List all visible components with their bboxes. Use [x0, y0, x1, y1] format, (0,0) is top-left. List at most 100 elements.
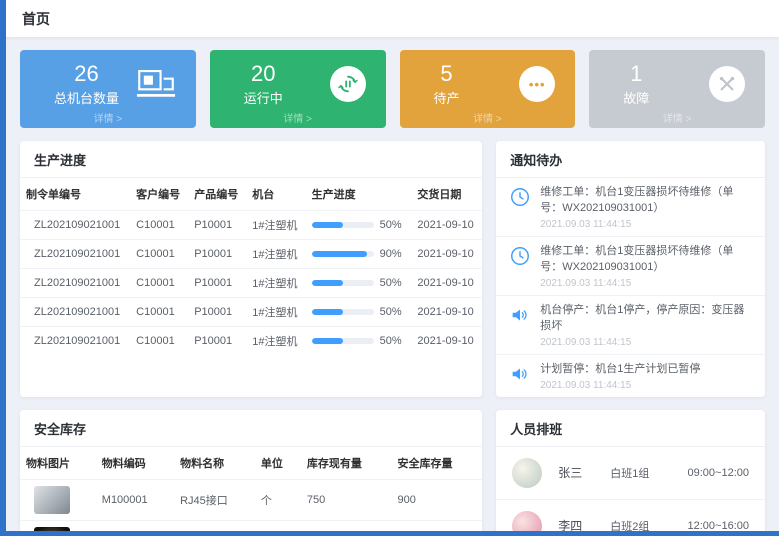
customer-number: C10001	[130, 240, 188, 269]
table-row[interactable]: ZL202109021001 C10001 P10001 1#注塑机	[20, 298, 482, 327]
stat-value: 20	[244, 62, 283, 86]
progress-percent: 50	[380, 306, 402, 318]
order-number: ZL202109021001	[20, 240, 130, 269]
notification-text: 维修工单：机台1变压器损坏待维修（单号：WX202109031001）	[540, 185, 753, 217]
safety-quantity: 900	[392, 479, 483, 520]
stat-card: 1 故障	[589, 50, 765, 128]
order-number: ZL202109021001	[20, 298, 130, 327]
column-header: 产品编号	[188, 178, 246, 211]
column-header: 机台	[246, 178, 305, 211]
speaker-icon	[508, 303, 532, 327]
connector-photo	[34, 527, 70, 536]
delivery-date: 2021-09-10	[411, 298, 482, 327]
clock-icon	[508, 244, 532, 268]
person-name: 李四	[558, 517, 610, 534]
production-panel-title: 生产进度	[20, 141, 482, 178]
progress-fill	[312, 251, 368, 257]
machine-name: 1#注塑机	[246, 240, 305, 269]
progress-percent: 50	[380, 335, 402, 347]
column-header: 物料名称	[174, 447, 255, 480]
material-code: M100001	[96, 520, 174, 536]
notification-item[interactable]: 维修工单：机台1变压器损坏待维修（单号：WX202109031001） 2021…	[496, 237, 765, 296]
card-detail-link[interactable]: 详情 >	[400, 110, 576, 125]
column-header: 库存现有量	[301, 447, 392, 480]
stat-value: 1	[623, 62, 649, 86]
inventory-table: 物料图片物料编码物料名称单位库存现有量安全库存量 M100001 RJ45接口 …	[20, 447, 482, 536]
stat-label: 总机台数量	[54, 88, 119, 107]
safety-quantity: 900	[392, 520, 483, 536]
stat-card: 26 总机台数量	[20, 50, 196, 128]
product-number: P10001	[188, 298, 246, 327]
avatar	[512, 458, 542, 488]
production-panel: 生产进度 制令单编号客户编号产品编号机台生产进度交货日期 ZL202109021…	[20, 141, 482, 397]
notification-item[interactable]: 维修工单：机台1变压器损坏待维修（单号：WX202109031001） 2021…	[496, 178, 765, 237]
progress-bar	[312, 222, 374, 228]
material-name: RJ45接口	[174, 479, 255, 520]
stock-quantity: 750	[301, 479, 392, 520]
shift-time: 09:00~12:00	[688, 467, 749, 479]
table-row[interactable]: ZL202109021001 C10001 P10001 1#注塑机	[20, 240, 482, 269]
tab-home[interactable]: 首页	[22, 9, 50, 29]
table-row[interactable]: ZL202109021001 C10001 P10001 1#注塑机	[20, 211, 482, 240]
table-row[interactable]: ZL202109021001 C10001 P10001 1#注塑机	[20, 269, 482, 298]
column-header: 客户编号	[130, 178, 188, 211]
notification-item[interactable]: 机台停产：机台1停产，停产原因：变压器损坏 2021.09.03 11:44:1…	[496, 296, 765, 355]
shift-time: 12:00~16:00	[688, 520, 749, 532]
stat-card: 20 运行中	[210, 50, 386, 128]
table-row[interactable]: ZL202109021001 C10001 P10001 1#注塑机	[20, 327, 482, 356]
customer-number: C10001	[130, 211, 188, 240]
stat-cards: 26 总机台数量	[20, 50, 765, 128]
dashboard: 26 总机台数量	[6, 38, 779, 536]
delivery-date: 2021-09-10	[411, 240, 482, 269]
inventory-panel-title: 安全库存	[20, 410, 482, 447]
customer-number: C10001	[130, 269, 188, 298]
clock-icon	[508, 185, 532, 209]
stat-value: 5	[434, 62, 460, 86]
notifications-panel: 通知待办	[496, 141, 765, 397]
order-number: ZL202109021001	[20, 327, 130, 356]
progress-bar	[312, 251, 374, 257]
machine-icon	[136, 68, 176, 100]
customer-number: C10001	[130, 298, 188, 327]
person-name: 张三	[558, 464, 610, 481]
column-header: 物料图片	[20, 447, 96, 480]
column-header: 物料编码	[96, 447, 174, 480]
progress-fill	[312, 280, 343, 286]
production-table: 制令单编号客户编号产品编号机台生产进度交货日期 ZL202109021001 C…	[20, 178, 482, 355]
progress-percent: 50	[380, 277, 402, 289]
card-detail-link[interactable]: 详情 >	[20, 110, 196, 125]
machine-name: 1#注塑机	[246, 327, 305, 356]
progress-fill	[312, 309, 343, 315]
notifications-panel-title: 通知待办	[496, 141, 765, 178]
notification-text: 维修工单：机台1变压器损坏待维修（单号：WX202109031001）	[540, 244, 753, 276]
schedule-panel-title: 人员排班	[496, 410, 765, 447]
shift-label: 白班2组	[610, 518, 684, 534]
speaker-icon	[508, 362, 532, 386]
notification-item[interactable]: 计划暂停：机台1生产计划已暂停 2021.09.03 11:44:15	[496, 355, 765, 397]
notification-time: 2021.09.03 11:44:15	[540, 219, 753, 230]
notification-text: 机台停产：机台1停产，停产原因：变压器损坏	[540, 303, 753, 335]
progress-bar	[312, 280, 374, 286]
notification-time: 2021.09.03 11:44:15	[540, 278, 753, 289]
schedule-panel: 人员排班 张三 白班1组 09:00~12:00 李四	[496, 410, 765, 536]
delivery-date: 2021-09-10	[411, 327, 482, 356]
stat-label: 故障	[623, 88, 649, 107]
card-detail-link[interactable]: 详情 >	[210, 110, 386, 125]
delivery-date: 2021-09-10	[411, 269, 482, 298]
delivery-date: 2021-09-10	[411, 211, 482, 240]
notification-time: 2021.09.03 11:44:15	[540, 337, 753, 348]
table-row[interactable]: M100001 RJ45接口 个 750 900	[20, 479, 482, 520]
product-number: P10001	[188, 327, 246, 356]
column-header: 交货日期	[411, 178, 482, 211]
card-detail-link[interactable]: 详情 >	[589, 110, 765, 125]
progress-bar	[312, 309, 374, 315]
schedule-row: 张三 白班1组 09:00~12:00	[496, 447, 765, 500]
machine-name: 1#注塑机	[246, 211, 305, 240]
order-number: ZL202109021001	[20, 211, 130, 240]
progress-fill	[312, 222, 343, 228]
table-row[interactable]: M100001 RJ45接口 个 750 900	[20, 520, 482, 536]
progress-fill	[312, 338, 343, 344]
stat-label: 待产	[434, 88, 460, 107]
column-header: 制令单编号	[20, 178, 130, 211]
product-number: P10001	[188, 211, 246, 240]
